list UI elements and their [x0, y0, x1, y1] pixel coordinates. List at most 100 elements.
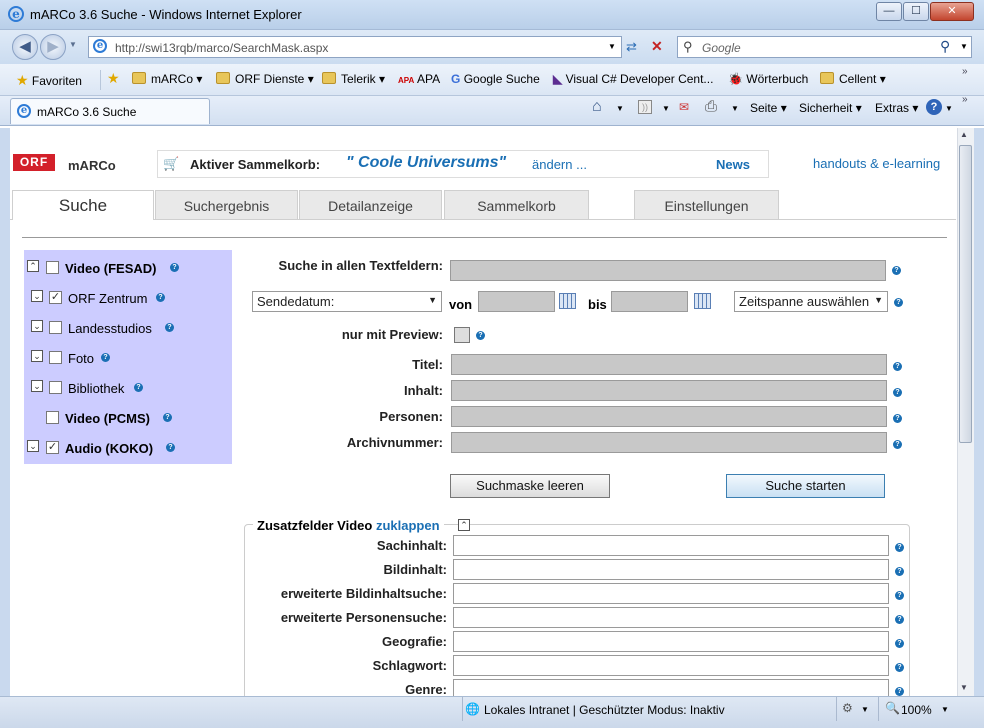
maximize-button[interactable]: ☐ — [903, 2, 929, 21]
search-icon[interactable]: ⚲ — [940, 38, 950, 55]
tab-einstellungen[interactable]: Einstellungen — [634, 190, 779, 220]
close-window-button[interactable]: ✕ — [930, 2, 974, 21]
help-icon[interactable]: ? — [165, 323, 174, 332]
titel-input[interactable] — [451, 354, 887, 375]
feeds-icon[interactable]: )) — [638, 100, 652, 114]
page-menu[interactable]: Seite ▾ — [750, 101, 787, 115]
home-icon[interactable]: ⌂ — [592, 98, 602, 116]
handouts-link[interactable]: handouts & e-learning — [813, 156, 940, 171]
calendar-icon[interactable] — [559, 293, 576, 309]
cart-change-link[interactable]: ändern ... — [532, 157, 587, 172]
safety-menu[interactable]: Sicherheit ▾ — [799, 101, 862, 115]
refresh-icon[interactable]: ⇄ — [626, 39, 637, 55]
add-favorite-icon[interactable]: ★ — [107, 70, 120, 87]
date-type-select[interactable]: Sendedatum: ▼ — [252, 291, 442, 312]
zoom-level[interactable]: 100% — [901, 703, 932, 717]
help-icon[interactable]: ? — [893, 388, 902, 397]
fav-visual-csharp[interactable]: ◣ Visual C# Developer Cent... — [553, 72, 713, 86]
help-icon[interactable]: ? — [893, 414, 902, 423]
help-icon[interactable]: ? — [895, 567, 904, 576]
help-icon[interactable]: ? — [926, 99, 942, 115]
expand-icon[interactable]: ⌄ — [31, 320, 43, 332]
zoom-icon[interactable]: 🔍 — [885, 701, 900, 715]
back-icon[interactable]: ◀ — [12, 34, 38, 60]
genre-input[interactable] — [453, 679, 889, 696]
clear-search-button[interactable]: Suchmaske leeren — [450, 474, 610, 498]
news-link[interactable]: News — [716, 157, 750, 172]
help-icon[interactable]: ? — [895, 543, 904, 552]
help-icon[interactable]: ? — [895, 687, 904, 696]
help-icon[interactable]: ? — [895, 663, 904, 672]
scroll-up-icon[interactable]: ▲ — [960, 130, 968, 139]
fav-google[interactable]: G Google Suche — [451, 72, 540, 86]
protected-mode-icon[interactable]: ⚙ — [842, 701, 853, 715]
expand-icon[interactable]: ⌄ — [31, 350, 43, 362]
checkbox-landesstudios[interactable] — [49, 321, 62, 334]
help-icon[interactable]: ? — [893, 362, 902, 371]
expand-icon[interactable]: ⌄ — [31, 290, 43, 302]
favorites-button[interactable]: ★ Favoriten — [16, 72, 82, 89]
preview-checkbox[interactable] — [454, 327, 470, 343]
checkbox-video-pcms[interactable] — [46, 411, 59, 424]
range-select[interactable]: Zeitspanne auswählen ▼ — [734, 291, 888, 312]
chevron-more-icon[interactable]: » — [962, 66, 968, 77]
zoom-dropdown-icon[interactable]: ▼ — [941, 705, 949, 714]
fav-cellent[interactable]: Cellent ▾ — [820, 72, 886, 86]
collapse-link[interactable]: zuklappen — [376, 518, 440, 533]
mail-icon[interactable]: ✉ — [679, 100, 689, 114]
checkbox-video-fesad[interactable] — [46, 261, 59, 274]
help-icon[interactable]: ? — [101, 353, 110, 362]
tab-suchergebnis[interactable]: Suchergebnis — [155, 190, 298, 220]
help-dropdown-icon[interactable]: ▼ — [945, 104, 953, 113]
print-icon[interactable]: ⎙ — [705, 98, 717, 115]
fav-woerterbuch[interactable]: 🐞 Wörterbuch — [728, 72, 808, 86]
fav-orf-dienste[interactable]: ORF Dienste ▾ — [216, 72, 314, 86]
search-input[interactable]: ⚲ Google ⚲ ▼ — [677, 36, 972, 58]
fav-marco[interactable]: mARCo ▾ — [132, 72, 202, 86]
checkbox-foto[interactable] — [49, 351, 62, 364]
personen-input[interactable] — [451, 406, 887, 427]
date-to-input[interactable] — [611, 291, 688, 312]
help-icon[interactable]: ? — [476, 331, 485, 340]
help-icon[interactable]: ? — [156, 293, 165, 302]
archiv-input[interactable] — [451, 432, 887, 453]
print-dropdown-icon[interactable]: ▼ — [731, 104, 739, 113]
bildinhalt-input[interactable] — [453, 559, 889, 580]
url-dropdown-icon[interactable]: ▼ — [608, 42, 616, 51]
erweiterte-personensuche-input[interactable] — [453, 607, 889, 628]
tab-sammelkorb[interactable]: Sammelkorb — [444, 190, 589, 220]
fav-apa[interactable]: APA APA — [398, 72, 440, 86]
start-search-button[interactable]: Suche starten — [726, 474, 885, 498]
help-icon[interactable]: ? — [166, 443, 175, 452]
chevron-more-icon[interactable]: » — [962, 94, 968, 105]
collapse-icon[interactable]: ⌃ — [27, 260, 39, 272]
help-icon[interactable]: ? — [163, 413, 172, 422]
checkbox-bibliothek[interactable] — [49, 381, 62, 394]
expand-icon[interactable]: ⌄ — [27, 440, 39, 452]
checkbox-orf-zentrum[interactable]: ✓ — [49, 291, 62, 304]
sachinhalt-input[interactable] — [453, 535, 889, 556]
erweiterte-bildinhaltsuche-input[interactable] — [453, 583, 889, 604]
tab-detailanzeige[interactable]: Detailanzeige — [299, 190, 442, 220]
scrollbar-thumb[interactable] — [959, 145, 972, 443]
help-icon[interactable]: ? — [894, 298, 903, 307]
help-icon[interactable]: ? — [134, 383, 143, 392]
fav-telerik[interactable]: Telerik ▾ — [322, 72, 385, 86]
checkbox-audio-koko[interactable]: ✓ — [46, 441, 59, 454]
calendar-icon[interactable] — [694, 293, 711, 309]
expand-icon[interactable]: ⌄ — [31, 380, 43, 392]
schlagwort-input[interactable] — [453, 655, 889, 676]
protected-dropdown-icon[interactable]: ▼ — [861, 705, 869, 714]
help-icon[interactable]: ? — [895, 615, 904, 624]
all-fields-input[interactable] — [450, 260, 886, 281]
search-options-icon[interactable]: ▼ — [960, 42, 968, 51]
help-icon[interactable]: ? — [895, 591, 904, 600]
help-icon[interactable]: ? — [895, 639, 904, 648]
inhalt-input[interactable] — [451, 380, 887, 401]
browser-tab[interactable]: e mARCo 3.6 Suche — [10, 98, 210, 124]
collapse-icon[interactable]: ⌃ — [458, 519, 470, 531]
home-dropdown-icon[interactable]: ▼ — [616, 104, 624, 113]
help-icon[interactable]: ? — [892, 266, 901, 275]
address-bar[interactable]: e http://swi13rqb/marco/SearchMask.aspx … — [88, 36, 622, 58]
minimize-button[interactable]: — — [876, 2, 902, 21]
